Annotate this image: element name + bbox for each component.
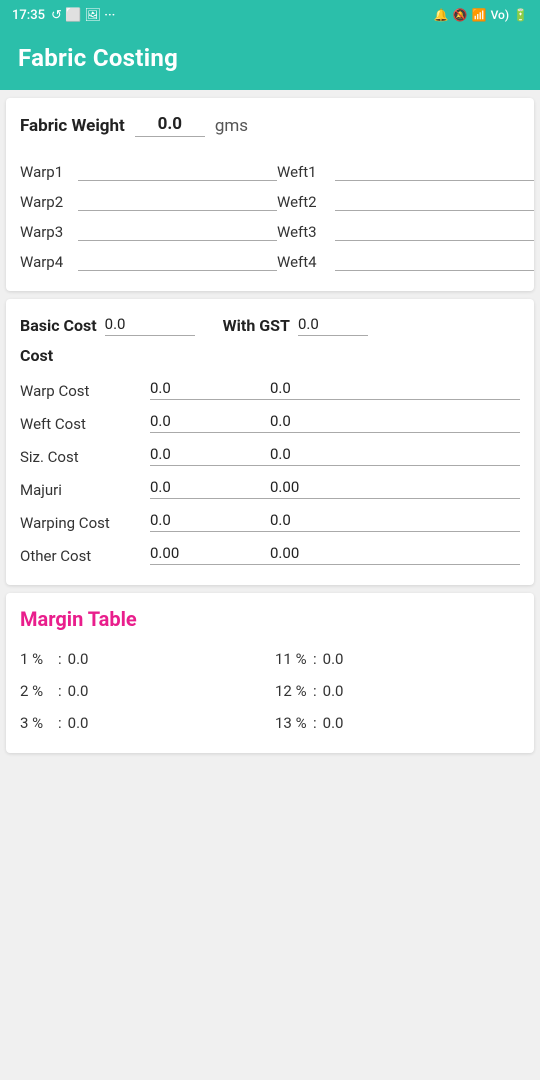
weft-cost-row: Weft Cost 0.0 0.0 bbox=[20, 404, 520, 437]
cost-heading: Cost bbox=[20, 346, 520, 365]
warp-cost-val1: 0.0 bbox=[150, 379, 270, 400]
fabric-weight-value: 0.0 bbox=[135, 114, 205, 137]
gst-value: 0.0 bbox=[298, 315, 368, 336]
margin-grid: 1 % : 0.0 2 % : 0.0 3 % : 0.0 11 % : 0.0 bbox=[20, 643, 520, 739]
margin-3pct: 3 % : 0.0 bbox=[20, 707, 265, 739]
warp4-label: Warp4 bbox=[20, 253, 72, 271]
margin-right-col: 11 % : 0.0 12 % : 0.0 13 % : 0.0 bbox=[275, 643, 520, 739]
warp4-row: Warp4 bbox=[20, 245, 277, 275]
fabric-weight-row: Fabric Weight 0.0 gms bbox=[20, 114, 520, 137]
basic-cost-label: Basic Cost bbox=[20, 316, 97, 335]
warp2-row: Warp2 bbox=[20, 185, 277, 215]
warp1-input[interactable] bbox=[78, 161, 277, 181]
margin-1pct-label: 1 % bbox=[20, 650, 52, 668]
weft4-input[interactable] bbox=[335, 251, 534, 271]
warp-cost-label: Warp Cost bbox=[20, 382, 150, 400]
weft1-input[interactable] bbox=[335, 161, 534, 181]
weft3-input[interactable] bbox=[335, 221, 534, 241]
margin-1pct: 1 % : 0.0 bbox=[20, 643, 265, 675]
cost-rows: Warp Cost 0.0 0.0 Weft Cost 0.0 0.0 Siz.… bbox=[20, 371, 520, 569]
margin-12pct: 12 % : 0.0 bbox=[275, 675, 520, 707]
warp3-label: Warp3 bbox=[20, 223, 72, 241]
weft1-label: Weft1 bbox=[277, 163, 329, 181]
warping-cost-label: Warping Cost bbox=[20, 514, 150, 532]
margin-3pct-label: 3 % bbox=[20, 714, 52, 732]
majuri-row: Majuri 0.0 0.00 bbox=[20, 470, 520, 503]
weft3-row: Weft3 bbox=[277, 215, 534, 245]
margin-13pct-val: 0.0 bbox=[323, 714, 363, 732]
status-bar: 17:35 ↺ ⬜ 🖼 ··· 🔔 🔕 📶 Vo) 🔋 bbox=[0, 0, 540, 30]
margin-11pct-label: 11 % bbox=[275, 650, 307, 668]
warp1-row: Warp1 bbox=[20, 155, 277, 185]
warping-cost-val1: 0.0 bbox=[150, 511, 270, 532]
other-cost-row: Other Cost 0.00 0.00 bbox=[20, 536, 520, 569]
warp2-input[interactable] bbox=[78, 191, 277, 211]
warping-cost-row: Warping Cost 0.0 0.0 bbox=[20, 503, 520, 536]
gst-label: With GST bbox=[223, 316, 290, 335]
fabric-weight-label: Fabric Weight bbox=[20, 116, 125, 136]
siz-cost-val1: 0.0 bbox=[150, 445, 270, 466]
margin-left-col: 1 % : 0.0 2 % : 0.0 3 % : 0.0 bbox=[20, 643, 265, 739]
margin-3pct-val: 0.0 bbox=[68, 714, 108, 732]
warp-weft-grid: Warp1 Warp2 Warp3 Warp4 Weft1 bbox=[20, 155, 520, 275]
warp4-input[interactable] bbox=[78, 251, 277, 271]
margin-11pct: 11 % : 0.0 bbox=[275, 643, 520, 675]
weft2-label: Weft2 bbox=[277, 193, 329, 211]
cost-card: Basic Cost 0.0 With GST 0.0 Cost Warp Co… bbox=[6, 299, 534, 585]
margin-12pct-val: 0.0 bbox=[323, 682, 363, 700]
status-icons: ↺ ⬜ 🖼 ··· bbox=[51, 8, 115, 23]
margin-1pct-val: 0.0 bbox=[68, 650, 108, 668]
weft-cost-val1: 0.0 bbox=[150, 412, 270, 433]
weft-column: Weft1 Weft2 Weft3 Weft4 bbox=[277, 155, 534, 275]
fabric-weight-card: Fabric Weight 0.0 gms Warp1 Warp2 Warp3 … bbox=[6, 98, 534, 291]
weft2-row: Weft2 bbox=[277, 185, 534, 215]
other-cost-val2: 0.00 bbox=[270, 544, 520, 565]
margin-title: Margin Table bbox=[20, 607, 520, 631]
weft-cost-val2: 0.0 bbox=[270, 412, 520, 433]
margin-card: Margin Table 1 % : 0.0 2 % : 0.0 3 % : 0… bbox=[6, 593, 534, 753]
siz-cost-row: Siz. Cost 0.0 0.0 bbox=[20, 437, 520, 470]
majuri-label: Majuri bbox=[20, 481, 150, 499]
margin-2pct: 2 % : 0.0 bbox=[20, 675, 265, 707]
warp-cost-row: Warp Cost 0.0 0.0 bbox=[20, 371, 520, 404]
warp3-row: Warp3 bbox=[20, 215, 277, 245]
fabric-weight-unit: gms bbox=[215, 116, 248, 136]
weft4-row: Weft4 bbox=[277, 245, 534, 275]
siz-cost-val2: 0.0 bbox=[270, 445, 520, 466]
margin-13pct: 13 % : 0.0 bbox=[275, 707, 520, 739]
warp1-label: Warp1 bbox=[20, 163, 72, 181]
page-title: Fabric Costing bbox=[18, 44, 522, 72]
siz-cost-label: Siz. Cost bbox=[20, 448, 150, 466]
margin-2pct-label: 2 % bbox=[20, 682, 52, 700]
margin-13pct-label: 13 % bbox=[275, 714, 307, 732]
weft3-label: Weft3 bbox=[277, 223, 329, 241]
majuri-val2: 0.00 bbox=[270, 478, 520, 499]
majuri-val1: 0.0 bbox=[150, 478, 270, 499]
status-time: 17:35 bbox=[12, 8, 45, 23]
basic-cost-row: Basic Cost 0.0 With GST 0.0 bbox=[20, 315, 520, 336]
other-cost-label: Other Cost bbox=[20, 547, 150, 565]
margin-11pct-val: 0.0 bbox=[323, 650, 363, 668]
warp2-label: Warp2 bbox=[20, 193, 72, 211]
warp-cost-val2: 0.0 bbox=[270, 379, 520, 400]
warp-column: Warp1 Warp2 Warp3 Warp4 bbox=[20, 155, 277, 275]
warping-cost-val2: 0.0 bbox=[270, 511, 520, 532]
other-cost-val1: 0.00 bbox=[150, 544, 270, 565]
weft2-input[interactable] bbox=[335, 191, 534, 211]
basic-cost-value: 0.0 bbox=[105, 315, 195, 336]
app-bar: Fabric Costing bbox=[0, 30, 540, 90]
weft-cost-label: Weft Cost bbox=[20, 415, 150, 433]
warp3-input[interactable] bbox=[78, 221, 277, 241]
weft1-row: Weft1 bbox=[277, 155, 534, 185]
status-right-icons: 🔔 🔕 📶 Vo) 🔋 bbox=[434, 8, 528, 22]
weft4-label: Weft4 bbox=[277, 253, 329, 271]
margin-12pct-label: 12 % bbox=[275, 682, 307, 700]
margin-2pct-val: 0.0 bbox=[68, 682, 108, 700]
